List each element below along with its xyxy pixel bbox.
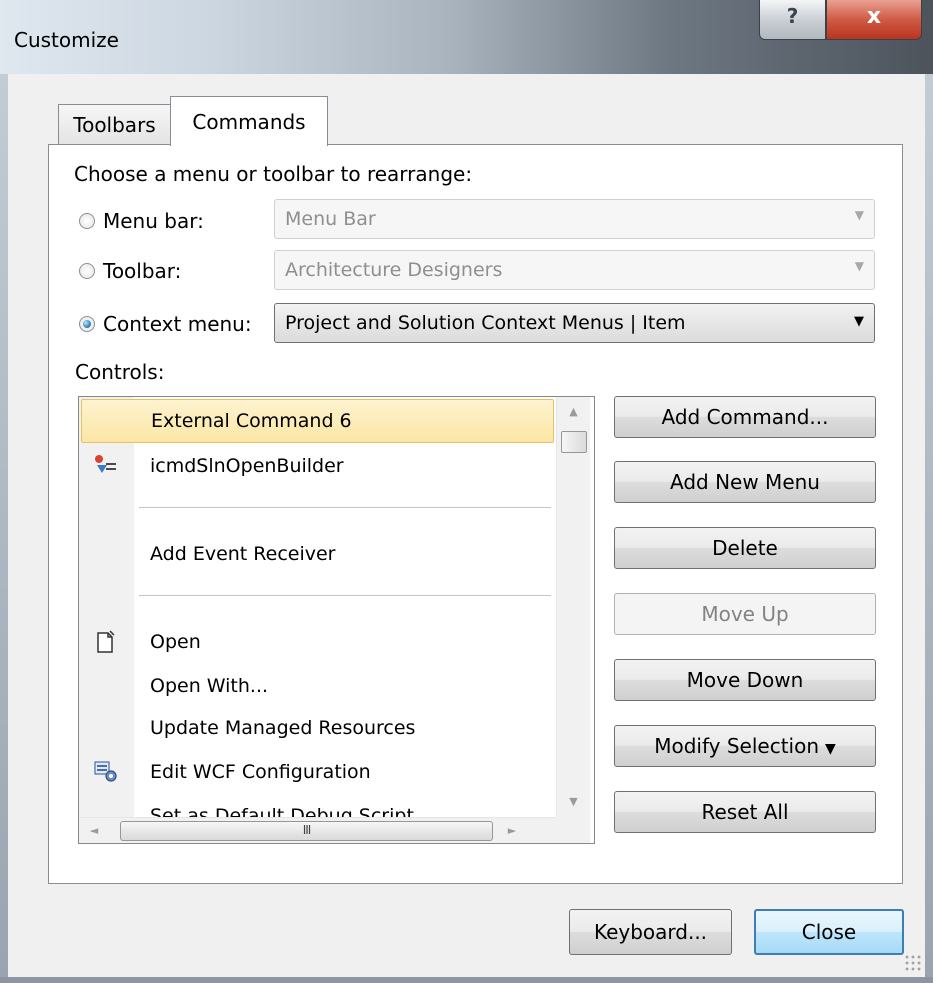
close-label: Close (801, 920, 857, 944)
list-item[interactable]: Update Managed Resources (81, 707, 554, 751)
wcf-configuration-icon (93, 759, 119, 785)
add-new-menu-label: Add New Menu (670, 470, 820, 494)
list-item-label: Open With... (150, 675, 269, 697)
close-button[interactable]: Close (754, 909, 904, 955)
rearrange-heading: Choose a menu or toolbar to rearrange: (74, 162, 473, 186)
list-item[interactable]: icmdSlnOpenBuilder (81, 445, 554, 489)
context-menu-radio[interactable] (79, 316, 95, 332)
tab-toolbars-label: Toolbars (73, 113, 156, 137)
context-menu-label: Context menu: (103, 312, 252, 336)
horizontal-scroll-thumb[interactable]: III (120, 821, 493, 841)
window-frame-left (0, 74, 8, 983)
list-item[interactable]: External Command 6 (81, 399, 554, 443)
tab-commands[interactable]: Commands (170, 96, 328, 146)
window-frame-bottom (0, 977, 933, 983)
customize-dialog: Customize ? x Toolbars Commands Choose a… (0, 0, 933, 983)
list-item-label: icmdSlnOpenBuilder (150, 455, 344, 477)
move-down-button[interactable]: Move Down (614, 659, 876, 701)
horizontal-scrollbar[interactable]: ◄ III ► (79, 817, 556, 843)
reset-all-label: Reset All (701, 800, 789, 824)
dialog-client-area: Toolbars Commands Choose a menu or toolb… (8, 74, 925, 977)
list-separator (139, 595, 551, 597)
delete-label: Delete (712, 536, 778, 560)
modify-selection-label: Modify Selection (654, 734, 819, 758)
tab-toolbars[interactable]: Toolbars (58, 104, 171, 144)
help-icon: ? (786, 4, 799, 28)
title-bar[interactable]: Customize ? x (0, 0, 933, 74)
size-grip-icon[interactable] (904, 954, 922, 972)
dropdown-arrow-icon: ▼ (825, 741, 836, 757)
list-item[interactable]: Open (81, 621, 554, 665)
chevron-down-icon: ▼ (854, 259, 864, 273)
vertical-scrollbar[interactable]: ▲ ▼ (556, 397, 590, 817)
tab-commands-label: Commands (192, 110, 306, 134)
scroll-down-icon[interactable]: ▼ (557, 787, 590, 817)
window-close-button[interactable]: x (826, 0, 922, 40)
context-menu-value: Project and Solution Context Menus | Ite… (285, 312, 686, 334)
keyboard-label: Keyboard... (593, 920, 708, 944)
scroll-up-icon[interactable]: ▲ (557, 397, 590, 427)
scrollbar-corner (556, 817, 590, 843)
controls-list[interactable]: External Command 6 icmdSlnOpenBuilder Ad… (78, 396, 595, 844)
modify-selection-button[interactable]: Modify Selection ▼ (614, 725, 876, 767)
delete-button[interactable]: Delete (614, 527, 876, 569)
move-up-button[interactable]: Move Up (614, 593, 876, 635)
add-new-menu-button[interactable]: Add New Menu (614, 461, 876, 503)
vertical-scroll-thumb[interactable] (561, 431, 587, 453)
reset-all-button[interactable]: Reset All (614, 791, 876, 833)
move-down-label: Move Down (686, 668, 804, 692)
window-frame-right (925, 74, 933, 983)
menu-bar-label: Menu bar: (103, 209, 204, 233)
chevron-down-icon: ▼ (854, 208, 864, 222)
menu-bar-value: Menu Bar (285, 208, 376, 230)
list-item-label: Open (150, 631, 201, 653)
list-item-label: Add Event Receiver (150, 543, 336, 565)
add-command-label: Add Command... (661, 405, 829, 429)
menu-bar-radio[interactable] (79, 213, 95, 229)
scroll-right-icon[interactable]: ► (497, 818, 527, 843)
open-document-icon (93, 629, 119, 655)
window-title: Customize (14, 28, 119, 52)
controls-label: Controls: (75, 360, 165, 384)
list-item-label: External Command 6 (151, 410, 352, 432)
list-item-label: Edit WCF Configuration (150, 761, 371, 783)
menu-bar-dropdown[interactable]: Menu Bar ▼ (274, 199, 875, 239)
context-menu-dropdown[interactable]: Project and Solution Context Menus | Ite… (274, 303, 875, 343)
toolbar-dropdown[interactable]: Architecture Designers ▼ (274, 250, 875, 290)
keyboard-button[interactable]: Keyboard... (569, 909, 732, 955)
chevron-down-icon: ▼ (854, 314, 864, 329)
list-item-label: Update Managed Resources (150, 717, 416, 739)
add-command-button[interactable]: Add Command... (614, 396, 876, 438)
move-up-label: Move Up (701, 602, 789, 626)
list-item[interactable]: Edit WCF Configuration (81, 751, 554, 795)
help-button[interactable]: ? (759, 0, 826, 40)
list-item[interactable]: Add Event Receiver (81, 533, 554, 577)
toolbar-radio[interactable] (79, 263, 95, 279)
toolbar-label: Toolbar: (103, 259, 182, 283)
list-item[interactable]: Open With... (81, 665, 554, 709)
list-separator (139, 507, 551, 509)
close-icon: x (866, 4, 882, 29)
builder-icon (93, 453, 119, 479)
scroll-left-icon[interactable]: ◄ (79, 818, 109, 843)
toolbar-value: Architecture Designers (285, 259, 503, 281)
